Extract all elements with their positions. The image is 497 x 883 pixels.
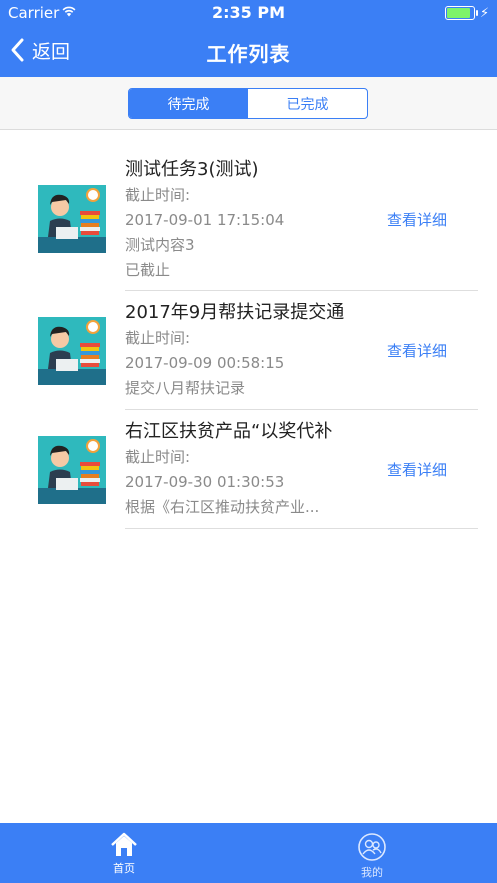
view-detail-button[interactable]: 查看详细	[387, 459, 447, 480]
task-name: 右江区扶贫产品“以奖代补	[125, 421, 333, 442]
divider	[125, 409, 478, 410]
task-name: 测试任务3(测试)	[125, 159, 259, 180]
task-info: 测试任务3(测试) 截止时间: 2017-09-01 17:15:04 测试内容…	[125, 157, 365, 283]
home-icon	[111, 832, 137, 856]
tab-mine[interactable]: 我的	[312, 823, 432, 883]
tab-home-label: 首页	[113, 862, 135, 875]
task-content: 提交八月帮扶记录	[125, 379, 246, 397]
deadline-label: 截止时间:	[125, 448, 191, 466]
deadline-label: 截止时间:	[125, 186, 191, 204]
charging-icon: ⚡	[480, 6, 490, 21]
user-icon	[358, 833, 386, 861]
task-status: 已截止	[125, 261, 171, 279]
tab-mine-label: 我的	[361, 866, 383, 879]
tab-done[interactable]: 已完成	[248, 89, 367, 118]
task-content: 根据《右江区推动扶贫产业...	[125, 498, 320, 516]
tab-pending[interactable]: 待完成	[129, 89, 248, 118]
deadline-value: 2017-09-30 01:30:53	[125, 473, 285, 491]
task-name: 2017年9月帮扶记录提交通	[125, 302, 345, 323]
deadline-value: 2017-09-01 17:15:04	[125, 211, 285, 229]
divider	[125, 290, 478, 291]
deadline-value: 2017-09-09 00:58:15	[125, 354, 285, 372]
segment-bar: 待完成 已完成	[0, 77, 497, 130]
battery-icon: ⚡	[445, 6, 490, 21]
status-segmented-control: 待完成 已完成	[128, 88, 368, 119]
tab-bar: 首页 我的	[0, 823, 497, 883]
divider	[125, 528, 478, 529]
tab-home[interactable]: 首页	[64, 823, 184, 883]
view-detail-button[interactable]: 查看详细	[387, 209, 447, 230]
worker-illustration	[38, 436, 106, 504]
deadline-label: 截止时间:	[125, 329, 191, 347]
task-info: 右江区扶贫产品“以奖代补 截止时间: 2017-09-30 01:30:53 根…	[125, 419, 365, 520]
status-bar: Carrier 2:35 PM ⚡	[0, 0, 497, 26]
worker-illustration	[38, 317, 106, 385]
worker-illustration	[38, 185, 106, 253]
task-info: 2017年9月帮扶记录提交通 截止时间: 2017-09-09 00:58:15…	[125, 300, 365, 401]
task-content: 测试内容3	[125, 236, 195, 254]
page-title: 工作列表	[206, 42, 291, 66]
clock: 2:35 PM	[211, 3, 285, 22]
navigation-bar: Carrier 2:35 PM ⚡ 返回 工作列表	[0, 0, 497, 77]
view-detail-button[interactable]: 查看详细	[387, 340, 447, 361]
